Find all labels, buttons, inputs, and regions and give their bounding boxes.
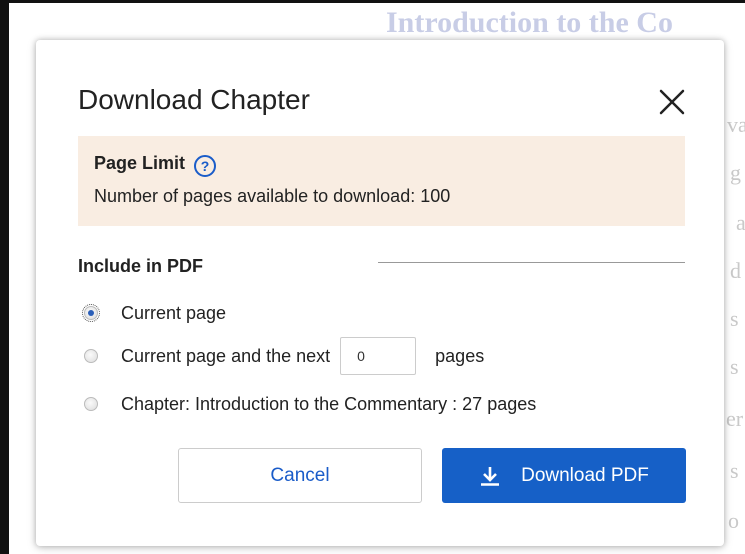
next-pages-input[interactable] [340, 337, 417, 375]
page-limit-heading: Page Limit ? [94, 153, 217, 177]
question-circle-icon[interactable]: ? [194, 155, 217, 177]
pages-suffix-label: pages [435, 345, 485, 366]
download-icon [481, 466, 500, 486]
page-limit-heading-text: Page Limit [94, 153, 186, 173]
section-divider [378, 262, 685, 263]
page-limit-notice: Page Limit ? Number of pages available t… [78, 136, 685, 226]
radio-button[interactable] [84, 349, 98, 363]
radio-option-chapter[interactable]: Chapter: Introduction to the Commentary … [84, 389, 536, 419]
background-text-fragment: o [728, 508, 739, 533]
background-text-fragment: va [727, 112, 745, 137]
window-frame-top [0, 0, 745, 3]
dialog-title: Download Chapter [78, 84, 310, 115]
background-page-title: Introduction to the Co [386, 6, 673, 39]
background-text-fragment: a [736, 210, 745, 235]
close-button[interactable] [653, 83, 691, 121]
radio-button-checked[interactable] [82, 304, 100, 322]
window-frame-left [0, 0, 9, 554]
close-icon [659, 89, 685, 115]
download-pdf-button[interactable]: Download PDF [442, 448, 686, 503]
background-text-fragment: s [730, 354, 739, 379]
background-text-fragment: s [730, 306, 739, 331]
radio-option-current-page[interactable]: Current page [82, 298, 227, 328]
cancel-button[interactable]: Cancel [178, 448, 422, 503]
radio-label: Current page and the next [121, 345, 331, 366]
radio-label: Current page [121, 302, 227, 323]
download-button-label: Download PDF [521, 464, 649, 486]
background-text-fragment: g [730, 160, 741, 185]
radio-label: Chapter: Introduction to the Commentary … [121, 393, 537, 414]
include-in-pdf-label: Include in PDF [78, 256, 204, 276]
background-text-fragment: er [726, 406, 744, 431]
download-chapter-dialog: Download Chapter Page Limit ? Number of … [36, 40, 724, 546]
page-limit-text: Number of pages available to download: 1… [94, 186, 451, 206]
radio-button[interactable] [84, 397, 98, 411]
radio-option-current-and-next[interactable]: Current page and the next pages [84, 337, 485, 375]
background-text-fragment: d [730, 258, 741, 283]
background-text-fragment: s [730, 458, 739, 483]
